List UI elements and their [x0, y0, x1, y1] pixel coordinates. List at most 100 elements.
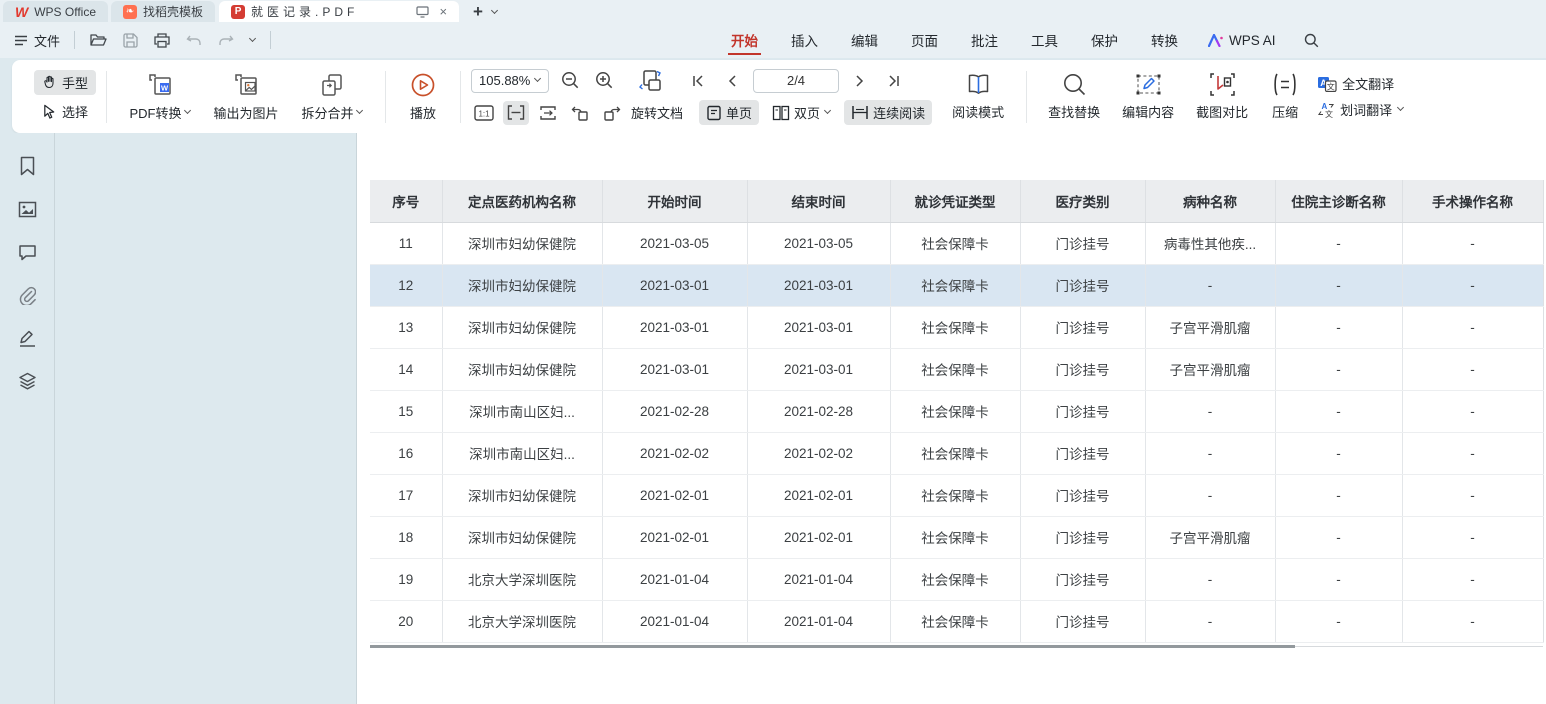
table-header-cell: 开始时间 [602, 180, 747, 222]
full-translate-button[interactable]: A文 全文翻译 [1317, 74, 1404, 93]
zoom-level-select[interactable]: 105.88% [471, 69, 549, 93]
tab-annotate[interactable]: 批注 [968, 23, 1001, 57]
table-cell: 深圳市妇幼保健院 [442, 516, 602, 558]
layers-icon[interactable] [16, 370, 38, 392]
table-cell: 社会保障卡 [890, 558, 1020, 600]
rotate-doc-label[interactable]: 旋转文档 [631, 103, 683, 122]
undo-icon[interactable] [185, 31, 203, 49]
select-tool-button[interactable]: 选择 [34, 99, 96, 124]
file-menu-button[interactable]: 文件 [14, 31, 60, 50]
search-icon[interactable] [1303, 31, 1321, 49]
save-icon[interactable] [121, 31, 139, 49]
table-header-cell: 定点医药机构名称 [442, 180, 602, 222]
table-row[interactable]: 18深圳市妇幼保健院2021-02-012021-02-01社会保障卡门诊挂号子… [370, 516, 1543, 558]
table-cell: - [1275, 264, 1402, 306]
table-cell: - [1145, 558, 1275, 600]
tab-tools[interactable]: 工具 [1028, 23, 1061, 57]
pdf-convert-button[interactable]: W PDF转换 [117, 72, 203, 122]
word-translate-button[interactable]: A文 划词翻译 [1317, 100, 1404, 119]
compress-button[interactable]: 压缩 [1259, 72, 1311, 121]
read-mode-button[interactable]: 阅读模式 [940, 73, 1016, 121]
tab-home[interactable]: 开始 [728, 23, 761, 57]
continuous-read-button[interactable]: 连续阅读 [844, 100, 932, 125]
table-cell: 2021-02-01 [602, 474, 747, 516]
page-indicator: 2/4 [787, 73, 805, 88]
rotate-left-icon[interactable] [567, 101, 593, 125]
actual-size-button[interactable]: 1:1 [471, 101, 497, 125]
tab-document-pdf[interactable]: P 就医记录.PDF × [219, 1, 459, 22]
first-page-button[interactable] [685, 69, 711, 93]
cursor-icon [42, 104, 57, 119]
chevron-down-icon [824, 107, 831, 114]
play-button[interactable]: 播放 [396, 72, 450, 122]
zoom-in-button[interactable] [591, 69, 617, 93]
table-cell: - [1275, 600, 1402, 642]
table-cell: 深圳市妇幼保健院 [442, 348, 602, 390]
table-row[interactable]: 15深圳市南山区妇...2021-02-282021-02-28社会保障卡门诊挂… [370, 390, 1543, 432]
next-page-button[interactable] [847, 69, 873, 93]
edit-content-icon [1135, 72, 1162, 97]
table-cell: 深圳市妇幼保健院 [442, 222, 602, 264]
read-mode-label: 阅读模式 [952, 102, 1004, 121]
tab-close-icon[interactable]: × [439, 4, 447, 19]
comment-icon[interactable] [16, 241, 38, 263]
table-cell: 门诊挂号 [1020, 474, 1145, 516]
table-cell: 2021-02-02 [602, 432, 747, 474]
split-merge-button[interactable]: 拆分合并 [289, 72, 375, 122]
table-row[interactable]: 17深圳市妇幼保健院2021-02-012021-02-01社会保障卡门诊挂号-… [370, 474, 1543, 516]
open-file-icon[interactable] [89, 31, 107, 49]
edit-content-button[interactable]: 编辑内容 [1111, 72, 1185, 121]
last-page-button[interactable] [881, 69, 907, 93]
table-bottom-rule-light [1295, 646, 1543, 647]
table-cell: 病毒性其他疾... [1145, 222, 1275, 264]
page-number-input[interactable]: 2/4 [753, 69, 839, 93]
quickbar-chevron-icon[interactable] [249, 35, 256, 42]
tab-preview-icon[interactable] [415, 5, 429, 19]
single-page-button[interactable]: 单页 [699, 100, 759, 125]
table-row[interactable]: 12深圳市妇幼保健院2021-03-012021-03-01社会保障卡门诊挂号-… [370, 264, 1543, 306]
tab-list-chevron-icon[interactable] [491, 7, 498, 14]
tab-insert[interactable]: 插入 [788, 23, 821, 57]
table-cell: 社会保障卡 [890, 222, 1020, 264]
redo-icon[interactable] [217, 31, 235, 49]
bookmark-icon[interactable] [16, 155, 38, 177]
chevron-down-icon [1397, 104, 1404, 111]
hand-tool-button[interactable]: 手型 [34, 70, 96, 95]
docer-icon: ❧ [123, 5, 137, 19]
table-row[interactable]: 20北京大学深圳医院2021-01-042021-01-04社会保障卡门诊挂号-… [370, 600, 1543, 642]
fit-width-button[interactable] [503, 101, 529, 125]
tab-page[interactable]: 页面 [908, 23, 941, 57]
table-row[interactable]: 13深圳市妇幼保健院2021-03-012021-03-01社会保障卡门诊挂号子… [370, 306, 1543, 348]
wps-ai-button[interactable]: WPS AI [1208, 33, 1276, 48]
titlebar: W WPS Office ❧ 找稻壳模板 P 就医记录.PDF × + [0, 0, 1546, 22]
prev-page-button[interactable] [719, 69, 745, 93]
table-row[interactable]: 16深圳市南山区妇...2021-02-022021-02-02社会保障卡门诊挂… [370, 432, 1543, 474]
table-cell: 北京大学深圳医院 [442, 600, 602, 642]
fit-page-button[interactable] [535, 101, 561, 125]
word-translate-icon: A文 [1317, 101, 1335, 118]
rotate-pages-icon[interactable] [639, 69, 665, 93]
thumbnail-icon[interactable] [16, 198, 38, 220]
tab-convert[interactable]: 转换 [1148, 23, 1181, 57]
tab-wps-office[interactable]: W WPS Office [3, 1, 108, 22]
svg-text:1:1: 1:1 [478, 109, 490, 118]
attachment-icon[interactable] [16, 284, 38, 306]
double-page-button[interactable]: 双页 [765, 100, 838, 125]
rotate-right-icon[interactable] [599, 101, 625, 125]
zoom-out-button[interactable] [557, 69, 583, 93]
tab-protect[interactable]: 保护 [1088, 23, 1121, 57]
export-image-button[interactable]: 输出为图片 [203, 72, 289, 122]
table-cell: 门诊挂号 [1020, 558, 1145, 600]
tab-docer-templates[interactable]: ❧ 找稻壳模板 [111, 1, 215, 22]
table-cell: 16 [370, 432, 442, 474]
new-tab-button[interactable]: + [473, 2, 483, 22]
table-row[interactable]: 19北京大学深圳医院2021-01-042021-01-04社会保障卡门诊挂号-… [370, 558, 1543, 600]
table-row[interactable]: 11深圳市妇幼保健院2021-03-052021-03-05社会保障卡门诊挂号病… [370, 222, 1543, 264]
signature-icon[interactable] [16, 327, 38, 349]
find-replace-button[interactable]: 查找替换 [1037, 72, 1111, 121]
split-merge-icon [320, 72, 344, 98]
tab-edit[interactable]: 编辑 [848, 23, 881, 57]
table-row[interactable]: 14深圳市妇幼保健院2021-03-012021-03-01社会保障卡门诊挂号子… [370, 348, 1543, 390]
print-icon[interactable] [153, 31, 171, 49]
screenshot-compare-button[interactable]: 截图对比 [1185, 72, 1259, 121]
